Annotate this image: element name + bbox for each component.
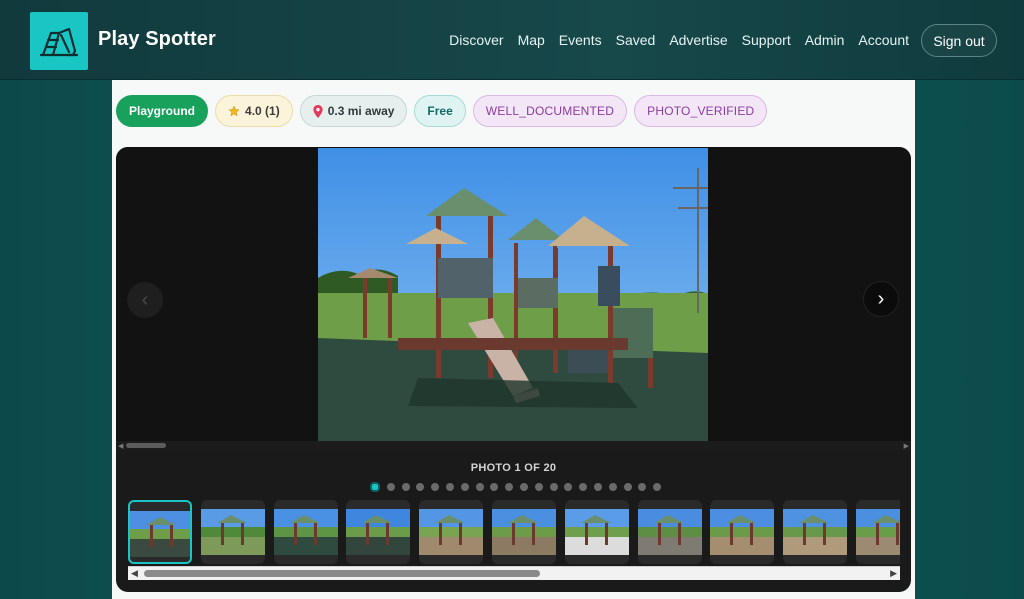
well-documented-label: WELL_DOCUMENTED [485, 104, 615, 118]
nav-admin[interactable]: Admin [805, 32, 845, 48]
photo-dot[interactable] [445, 483, 454, 491]
photo-dot[interactable] [593, 483, 602, 491]
photo-dot[interactable] [431, 483, 440, 491]
chevron-left-icon: ‹ [141, 288, 149, 311]
sign-out-button[interactable]: Sign out [921, 24, 997, 57]
prev-photo-button[interactable]: ‹ [127, 282, 163, 318]
logo[interactable] [30, 12, 88, 70]
stage-scrollbar[interactable]: ◀ ▶ [116, 441, 911, 450]
photo-dots [370, 482, 662, 492]
photo-thumbnail[interactable] [200, 500, 265, 564]
photo-dot[interactable] [490, 483, 499, 491]
photo-thumbnail[interactable] [128, 500, 192, 564]
photo-dot[interactable] [623, 483, 632, 491]
nav-map[interactable]: Map [518, 32, 545, 48]
photo-thumbnail[interactable] [637, 500, 702, 564]
photo-stage: ‹ › [116, 147, 911, 441]
nav-support[interactable]: Support [742, 32, 791, 48]
photo-dot[interactable] [549, 483, 558, 491]
photo-dot[interactable] [475, 483, 484, 491]
badge-row: Playground 4.0 (1) 0.3 mi away Free WELL… [116, 95, 768, 127]
type-badge: Playground [116, 95, 209, 127]
photo-dot[interactable] [416, 483, 425, 491]
photo-dot[interactable] [579, 483, 588, 491]
rating-badge-label: 4.0 (1) [245, 104, 280, 118]
photo-dot[interactable] [401, 483, 410, 491]
photo-thumbnail[interactable] [856, 500, 900, 564]
nav-discover[interactable]: Discover [449, 32, 503, 48]
photo-thumbnail[interactable] [492, 500, 556, 564]
thumbnail-strip [128, 500, 900, 566]
photo-dot[interactable] [505, 483, 514, 491]
photo-thumbnail[interactable] [564, 500, 629, 564]
photo-gallery: ‹ › ◀ ▶ PHOTO 1 OF 20 ◀ ▶ [116, 147, 911, 592]
photo-dot[interactable] [564, 483, 573, 491]
photo-dot[interactable] [519, 483, 528, 491]
well-documented-badge: WELL_DOCUMENTED [472, 95, 628, 127]
photo-dot[interactable] [370, 482, 380, 492]
stage-scroll-thumb[interactable] [126, 443, 166, 448]
nav-events[interactable]: Events [559, 32, 602, 48]
app-title[interactable]: Play Spotter [98, 28, 216, 51]
listing-panel: Playground 4.0 (1) 0.3 mi away Free WELL… [112, 80, 915, 599]
scroll-right-icon[interactable]: ▶ [904, 442, 909, 450]
photo-counter: PHOTO 1 OF 20 [470, 462, 557, 474]
price-badge-label: Free [427, 104, 453, 118]
photo-dot[interactable] [460, 483, 469, 491]
next-photo-button[interactable]: › [863, 281, 899, 317]
top-navbar: Play Spotter Discover Map Events Saved A… [0, 0, 1024, 80]
thumbnail-scroll-thumb[interactable] [144, 570, 540, 577]
star-icon [228, 105, 240, 117]
photo-verified-badge: PHOTO_VERIFIED [634, 95, 768, 127]
photo-dot[interactable] [653, 483, 662, 491]
type-badge-label: Playground [129, 104, 196, 118]
photo-thumbnail[interactable] [710, 500, 775, 564]
thumb-scroll-right-icon[interactable]: ▶ [890, 568, 897, 579]
photo-dot[interactable] [608, 483, 617, 491]
photo-dot[interactable] [638, 483, 647, 491]
photo-thumbnail[interactable] [273, 500, 338, 564]
distance-badge-label: 0.3 mi away [327, 104, 395, 118]
nav-account[interactable]: Account [858, 32, 909, 48]
map-pin-icon [313, 104, 323, 118]
main-nav: Discover Map Events Saved Advertise Supp… [449, 32, 909, 48]
main-photo[interactable] [318, 148, 708, 441]
photo-dot[interactable] [386, 483, 395, 491]
scroll-left-icon[interactable]: ◀ [118, 442, 123, 450]
nav-advertise[interactable]: Advertise [669, 32, 727, 48]
photo-thumbnail[interactable] [783, 500, 848, 564]
chevron-right-icon: › [877, 287, 885, 310]
nav-saved[interactable]: Saved [616, 32, 656, 48]
photo-dot[interactable] [534, 483, 543, 491]
playground-slide-icon [39, 27, 79, 57]
thumb-scroll-left-icon[interactable]: ◀ [131, 568, 138, 579]
photo-verified-label: PHOTO_VERIFIED [647, 104, 755, 118]
photo-thumbnail[interactable] [346, 500, 411, 564]
price-badge: Free [414, 95, 466, 127]
thumbnail-scrollbar[interactable]: ◀ ▶ [128, 566, 900, 580]
rating-badge: 4.0 (1) [215, 95, 293, 127]
photo-thumbnail[interactable] [419, 500, 484, 564]
distance-badge: 0.3 mi away [299, 95, 408, 127]
